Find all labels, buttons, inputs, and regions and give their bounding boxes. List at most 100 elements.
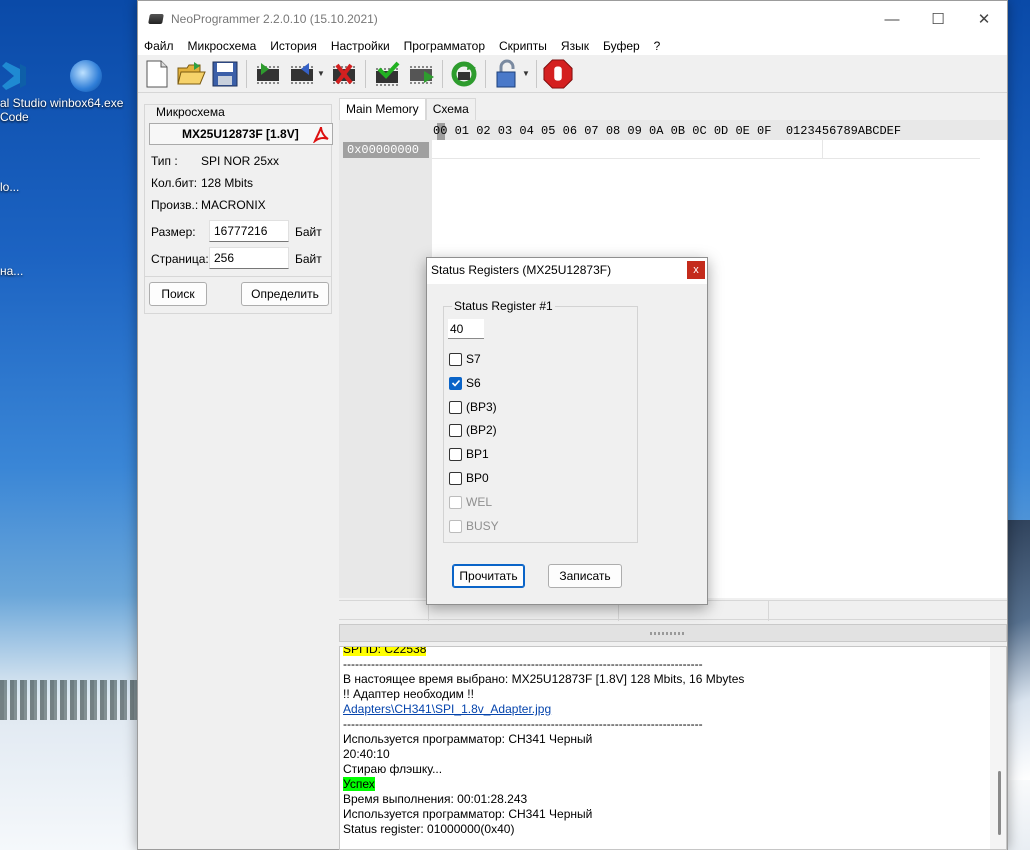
log-panel[interactable]: SPI ID: C22538 -------------------------… bbox=[339, 646, 1007, 850]
erase-chip-button[interactable] bbox=[329, 58, 359, 90]
checkbox-box bbox=[449, 447, 462, 461]
chip-name-box[interactable]: MX25U12873F [1.8V] bbox=[149, 123, 333, 145]
page-label: Страница: bbox=[151, 252, 209, 266]
app-chip-icon bbox=[148, 14, 164, 24]
checkbox-box bbox=[449, 423, 462, 437]
toolbar-separator bbox=[485, 59, 486, 88]
checkbox-box-disabled bbox=[449, 519, 462, 533]
desktop-icon-3-label[interactable]: lo... bbox=[0, 180, 19, 194]
checkbox-box bbox=[449, 352, 462, 366]
toolbar: ▼ ▼ bbox=[138, 55, 1007, 93]
log-scrollbar-thumb[interactable] bbox=[998, 771, 1001, 835]
type-value: SPI NOR 25xx bbox=[201, 154, 280, 168]
log-line: Время выполнения: 00:01:28.243 bbox=[343, 792, 528, 806]
trees-background bbox=[0, 680, 140, 720]
read-chip-button[interactable] bbox=[253, 58, 283, 90]
bit-bp1-label: BP1 bbox=[466, 447, 489, 461]
snow-background bbox=[0, 700, 140, 850]
bit-s6-label: S6 bbox=[466, 376, 481, 390]
protection-button[interactable] bbox=[492, 58, 522, 90]
stop-button[interactable] bbox=[543, 58, 573, 90]
toolbar-separator bbox=[365, 59, 366, 88]
bit-busy-checkbox: BUSY bbox=[449, 518, 499, 534]
desktop-icon-4-label[interactable]: на... bbox=[0, 264, 23, 278]
minimize-button[interactable]: — bbox=[869, 1, 915, 37]
winbox-icon[interactable] bbox=[70, 60, 102, 92]
menu-bar: Файл Микросхема История Настройки Програ… bbox=[138, 37, 1007, 55]
hex-ascii-divider bbox=[822, 140, 823, 158]
close-button[interactable]: ✕ bbox=[961, 1, 1007, 37]
verify-chip-icon bbox=[376, 61, 400, 86]
dialog-title-bar[interactable]: Status Registers (MX25U12873F) x bbox=[427, 258, 707, 284]
bit-bp1-checkbox[interactable]: BP1 bbox=[449, 446, 489, 462]
menu-scripts[interactable]: Скрипты bbox=[499, 39, 547, 53]
detect-button[interactable]: Определить bbox=[241, 282, 329, 306]
menu-programmer[interactable]: Программатор bbox=[404, 39, 485, 53]
log-line: Стираю флэшку... bbox=[343, 762, 443, 776]
bit-bp0-label: BP0 bbox=[466, 471, 489, 485]
bit-s6-checkbox[interactable]: S6 bbox=[449, 375, 481, 391]
new-file-button[interactable] bbox=[142, 58, 172, 90]
dialog-close-button[interactable]: x bbox=[687, 261, 705, 279]
chip-info-panel: Микросхема MX25U12873F [1.8V] Тип : SPI … bbox=[142, 98, 334, 850]
page-field[interactable]: 256 bbox=[209, 247, 289, 269]
pdf-datasheet-icon[interactable] bbox=[312, 126, 330, 143]
write-chip-icon bbox=[291, 62, 313, 84]
actions-group: Поиск Определить bbox=[144, 276, 332, 314]
chevron-down-icon[interactable]: ▼ bbox=[522, 69, 530, 78]
log-scrollbar[interactable] bbox=[990, 647, 1006, 849]
blank-check-button[interactable] bbox=[406, 58, 436, 90]
erase-chip-icon bbox=[333, 63, 355, 84]
log-line: Успех bbox=[343, 777, 375, 791]
panel-splitter[interactable] bbox=[339, 624, 1007, 642]
window-controls: — ☐ ✕ bbox=[869, 1, 1007, 37]
menu-language[interactable]: Язык bbox=[561, 39, 589, 53]
maximize-button[interactable]: ☐ bbox=[915, 1, 961, 37]
size-label: Размер: bbox=[151, 225, 196, 239]
save-button[interactable] bbox=[210, 58, 240, 90]
menu-chip[interactable]: Микросхема bbox=[188, 39, 257, 53]
bit-wel-label: WEL bbox=[466, 495, 493, 509]
tab-bar: Main Memory Схема bbox=[339, 98, 476, 120]
log-line: ----------------------------------------… bbox=[343, 717, 703, 731]
page-unit: Байт bbox=[295, 252, 322, 266]
visual-studio-code-icon[interactable] bbox=[0, 58, 30, 94]
bit-s7-checkbox[interactable]: S7 bbox=[449, 351, 481, 367]
tab-main-memory[interactable]: Main Memory bbox=[339, 98, 426, 120]
chevron-down-icon[interactable]: ▼ bbox=[317, 69, 325, 78]
dialog-title: Status Registers (MX25U12873F) bbox=[431, 263, 612, 277]
blank-check-icon bbox=[410, 65, 434, 84]
read-register-button[interactable]: Прочитать bbox=[452, 564, 525, 588]
register-value-field[interactable]: 40 bbox=[448, 319, 484, 339]
menu-buffer[interactable]: Буфер bbox=[603, 39, 640, 53]
menu-help[interactable]: ? bbox=[654, 39, 661, 53]
log-line: !! Адаптер необходим !! bbox=[343, 687, 474, 701]
toolbar-separator bbox=[246, 59, 247, 88]
size-field[interactable]: 16777216 bbox=[209, 220, 289, 242]
title-bar[interactable]: NeoProgrammer 2.2.0.10 (15.10.2021) — ☐ … bbox=[138, 1, 1007, 37]
status-register-group: Status Register #1 40 S7 S6 (BP3) (BP2) … bbox=[443, 299, 638, 543]
bit-busy-label: BUSY bbox=[466, 519, 499, 533]
bit-bp2-checkbox[interactable]: (BP2) bbox=[449, 422, 497, 438]
open-folder-button[interactable] bbox=[176, 58, 206, 90]
search-button[interactable]: Поиск bbox=[149, 282, 207, 306]
bit-bp3-checkbox[interactable]: (BP3) bbox=[449, 399, 497, 415]
splitter-grip-icon[interactable] bbox=[650, 632, 686, 635]
toolbar-separator bbox=[442, 59, 443, 88]
desktop-icon-vscode-label[interactable]: al Studio Code bbox=[0, 96, 47, 124]
verify-chip-button[interactable] bbox=[372, 58, 402, 90]
tab-schema[interactable]: Схема bbox=[425, 98, 476, 120]
auto-button[interactable] bbox=[449, 58, 479, 90]
log-adapter-link[interactable]: Adapters\CH341\SPI_1.8v_Adapter.jpg bbox=[343, 702, 551, 716]
menu-settings[interactable]: Настройки bbox=[331, 39, 390, 53]
bit-bp0-checkbox[interactable]: BP0 bbox=[449, 470, 489, 486]
write-register-button[interactable]: Записать bbox=[548, 564, 622, 588]
hex-row-divider bbox=[432, 158, 980, 159]
lock-icon bbox=[496, 59, 516, 87]
desktop-icon-winbox-label[interactable]: winbox64.exe bbox=[50, 96, 123, 110]
chip-name: MX25U12873F [1.8V] bbox=[182, 127, 299, 141]
checkbox-box-disabled bbox=[449, 495, 462, 509]
menu-file[interactable]: Файл bbox=[144, 39, 174, 53]
menu-history[interactable]: История bbox=[270, 39, 317, 53]
write-chip-button[interactable] bbox=[287, 58, 317, 90]
